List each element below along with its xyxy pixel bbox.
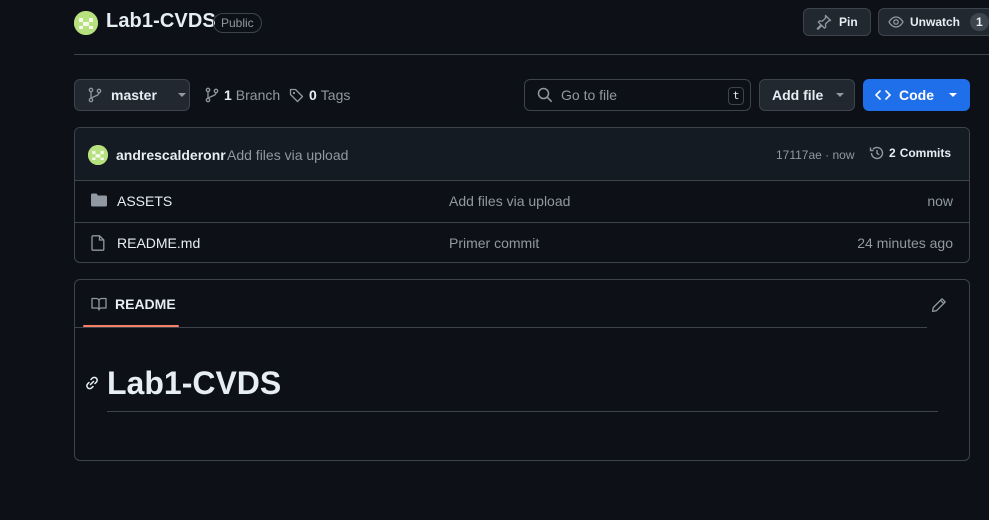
commit-message[interactable]: Add files via upload (227, 147, 348, 163)
pin-label: Pin (839, 15, 858, 29)
unwatch-label: Unwatch (910, 15, 961, 29)
header-divider (74, 54, 989, 55)
book-icon (91, 296, 107, 312)
heading-rule (107, 411, 938, 412)
add-file-label: Add file (772, 87, 824, 103)
readme-tab-label: README (115, 296, 176, 312)
commit-author[interactable]: andrescalderonr (116, 147, 226, 163)
branch-count: 1 (224, 87, 232, 103)
repo-owner-avatar[interactable] (74, 11, 98, 35)
file-row[interactable]: ASSETS Add files via upload now (75, 181, 969, 222)
readme-heading: Lab1-CVDS (107, 365, 282, 401)
add-file-button[interactable]: Add file (759, 79, 855, 111)
watch-count: 1 (970, 13, 989, 31)
file-name[interactable]: README.md (117, 235, 200, 251)
tags-link[interactable]: 0 Tags (289, 87, 350, 103)
file-row[interactable]: README.md Primer commit 24 minutes ago (75, 222, 969, 262)
branch-icon (87, 87, 103, 103)
readme-divider (75, 327, 927, 328)
chevron-down-icon (948, 92, 958, 98)
latest-commit-bar: andrescalderonr Add files via upload 171… (75, 128, 969, 181)
tag-count: 0 (309, 87, 317, 103)
file-icon (91, 235, 105, 251)
tag-icon (289, 87, 305, 103)
commits-history-link[interactable]: 2 Commits (869, 145, 951, 161)
branch-name: master (111, 87, 157, 103)
file-commit-message[interactable]: Add files via upload (449, 193, 570, 209)
eye-icon (888, 14, 904, 30)
code-icon (875, 87, 891, 103)
pin-button[interactable]: Pin (803, 8, 871, 36)
readme-tab[interactable]: README (91, 296, 176, 312)
unwatch-button[interactable]: Unwatch 1 (878, 8, 989, 36)
code-button[interactable]: Code (863, 79, 970, 111)
search-placeholder: Go to file (561, 87, 618, 103)
visibility-badge: Public (213, 13, 262, 33)
commit-author-avatar[interactable] (88, 145, 108, 165)
commit-hash-time[interactable]: 17117ae · now (776, 148, 855, 162)
file-browser: andrescalderonr Add files via upload 171… (74, 127, 970, 263)
branch-count-label: Branch (235, 87, 281, 103)
history-icon (869, 145, 885, 161)
search-icon (537, 87, 553, 103)
branch-selector-button[interactable]: master (74, 79, 190, 111)
code-label: Code (899, 87, 934, 103)
branches-link[interactable]: 1 Branch (204, 87, 280, 103)
pencil-icon[interactable] (931, 297, 947, 313)
file-age: now (927, 193, 953, 209)
pin-icon (816, 14, 832, 30)
tag-count-label: Tags (320, 87, 351, 103)
link-icon[interactable] (84, 375, 100, 391)
chevron-down-icon (835, 92, 845, 98)
chevron-down-icon (177, 92, 187, 98)
folder-icon (91, 193, 107, 207)
file-age: 24 minutes ago (857, 235, 953, 251)
search-shortcut-key: t (728, 87, 744, 105)
file-name[interactable]: ASSETS (117, 193, 172, 209)
file-commit-message[interactable]: Primer commit (449, 235, 539, 251)
commits-label: Commits (899, 146, 952, 160)
repo-name[interactable]: Lab1-CVDS (106, 10, 216, 33)
branch-icon (204, 87, 220, 103)
readme-panel: README Lab1-CVDS (74, 279, 970, 461)
go-to-file-search[interactable]: Go to file t (524, 79, 751, 111)
commits-count: 2 (889, 146, 896, 160)
